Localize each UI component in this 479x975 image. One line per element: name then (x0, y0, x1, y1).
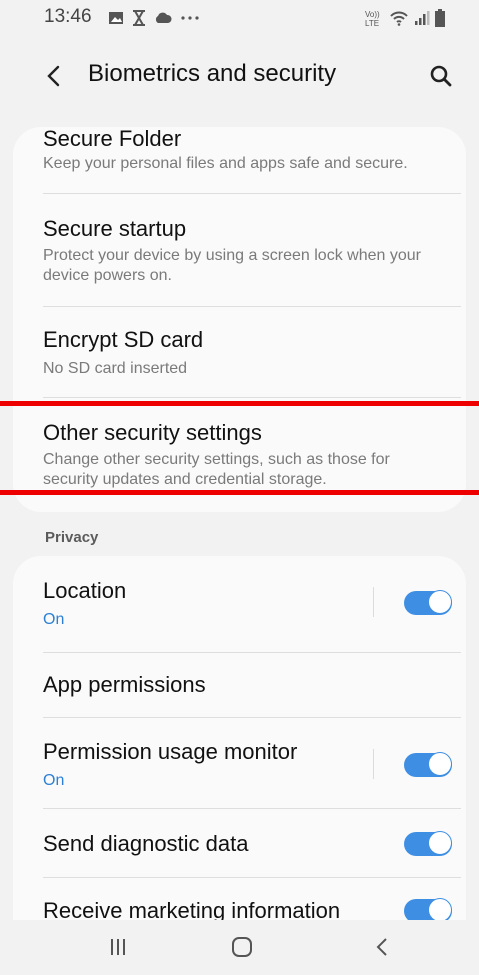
battery-icon (435, 9, 445, 27)
svg-text:Vo)): Vo)) (365, 10, 380, 19)
cloud-icon (155, 12, 172, 23)
recents-button[interactable] (98, 932, 138, 962)
secure-folder-subtitle: Keep your personal files and apps safe a… (43, 155, 408, 172)
signal-icon (415, 11, 430, 25)
app-permissions-item[interactable]: App permissions (13, 653, 466, 717)
notification-icons (108, 6, 200, 30)
secure-folder-item[interactable]: Secure Folder Keep your personal files a… (13, 126, 466, 195)
secure-startup-subtitle: Protect your device by using a screen lo… (43, 247, 421, 284)
encrypt-sd-card-title: Encrypt SD card (43, 327, 204, 352)
toggle-knob (428, 898, 452, 920)
location-toggle[interactable] (404, 590, 452, 615)
status-bar: 13:46 Vo)) LTE (0, 0, 479, 40)
app-permissions-title: App permissions (43, 672, 206, 697)
more-dots-icon (181, 16, 199, 20)
svg-text:LTE: LTE (365, 19, 379, 27)
privacy-section-label: Privacy (45, 529, 99, 546)
send-diagnostic-data-item[interactable]: Send diagnostic data (13, 809, 466, 877)
receive-marketing-information-toggle[interactable] (404, 898, 452, 920)
other-security-settings-subtitle: Change other security settings, such as … (43, 451, 390, 488)
secure-startup-title: Secure startup (43, 216, 187, 241)
status-time: 13:46 (44, 6, 92, 27)
wifi-icon (390, 11, 408, 26)
secure-folder-title: Secure Folder (43, 126, 182, 151)
toggle-knob (428, 831, 452, 855)
separator (373, 587, 374, 617)
highlight-line-bottom (0, 490, 479, 495)
toggle-knob (428, 590, 452, 614)
image-icon (109, 12, 123, 24)
encrypt-sd-card-subtitle: No SD card inserted (43, 360, 188, 377)
page-title: Biometrics and security (88, 60, 337, 87)
separator (373, 749, 374, 779)
receive-marketing-information-title: Receive marketing information (43, 898, 341, 920)
toggle-knob (428, 752, 452, 776)
permission-usage-monitor-item[interactable]: Permission usage monitor On (13, 718, 466, 808)
volte-icon: Vo))LTE (365, 10, 380, 27)
send-diagnostic-data-title: Send diagnostic data (43, 831, 249, 856)
location-item[interactable]: Location On (13, 556, 466, 652)
navigation-bar (0, 920, 479, 975)
location-title: Location (43, 578, 127, 603)
nav-back-button[interactable] (362, 932, 402, 962)
security-settings-card: Secure Folder Keep your personal files a… (13, 126, 466, 512)
location-status: On (43, 611, 65, 628)
receive-marketing-information-item[interactable]: Receive marketing information (13, 878, 466, 920)
permission-usage-monitor-toggle[interactable] (404, 752, 452, 777)
back-icon (376, 938, 387, 956)
search-icon (430, 65, 452, 87)
home-button[interactable] (222, 932, 262, 962)
encrypt-sd-card-item[interactable]: Encrypt SD card No SD card inserted (13, 307, 466, 397)
permission-usage-monitor-status: On (43, 772, 65, 789)
secure-startup-item[interactable]: Secure startup Protect your device by us… (13, 194, 466, 306)
other-security-settings-title: Other security settings (43, 420, 262, 445)
app-header: Biometrics and security (0, 48, 479, 104)
home-icon (232, 937, 252, 957)
send-diagnostic-data-toggle[interactable] (404, 831, 452, 856)
recents-icon (111, 939, 125, 955)
privacy-settings-card: Location On App permissions Permission u… (13, 556, 466, 920)
hourglass-icon (133, 10, 145, 26)
back-button[interactable] (36, 58, 70, 94)
back-arrow-icon (47, 65, 60, 87)
search-button[interactable] (423, 58, 459, 94)
permission-usage-monitor-title: Permission usage monitor (43, 739, 298, 764)
highlight-line-top (0, 401, 479, 406)
system-icons: Vo)) LTE (364, 6, 445, 30)
